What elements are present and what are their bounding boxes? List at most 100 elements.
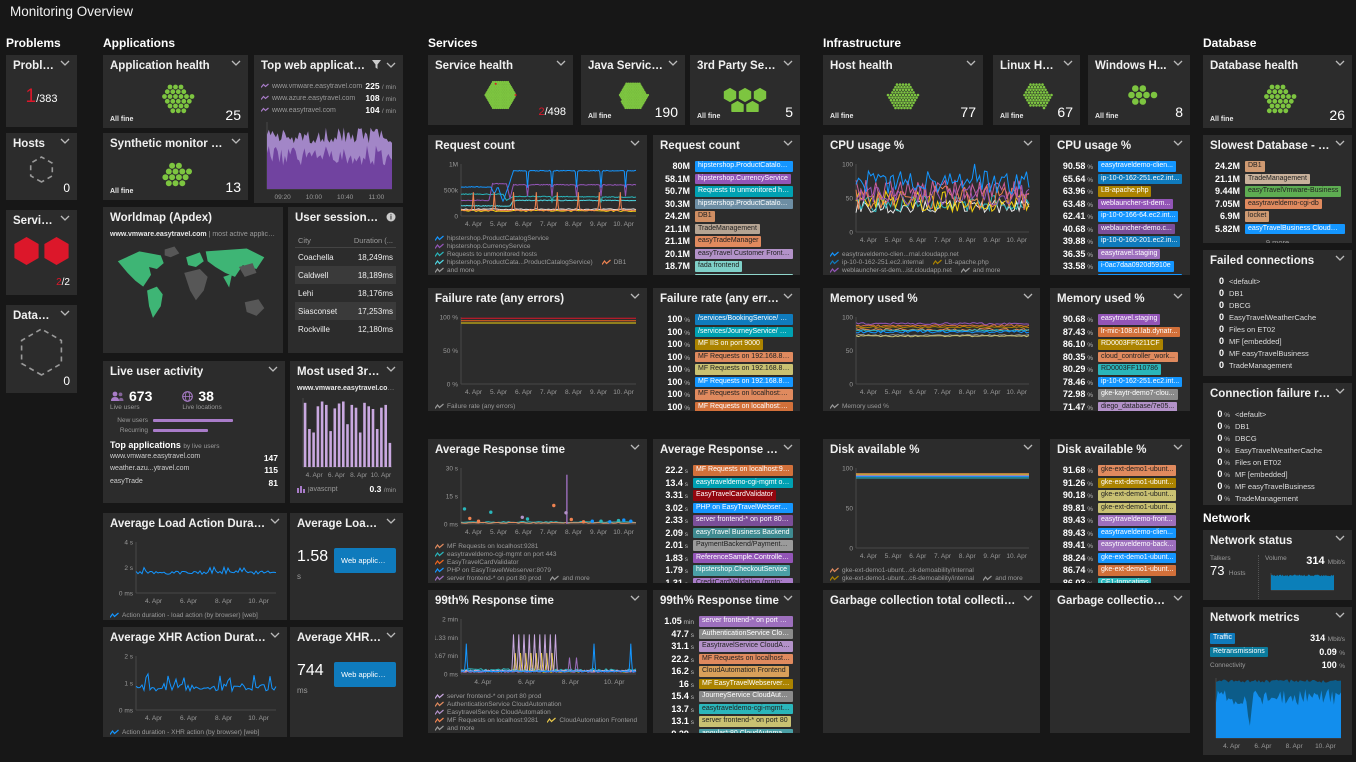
list-item[interactable]: 0DBCG [1210, 300, 1345, 310]
list-item[interactable]: 30.3Mhipstershop.ProductCatalogSe... [660, 199, 793, 210]
tile-average-response-time-chart[interactable]: Average Response time30 s15 s0 ms4. Apr5… [428, 439, 647, 583]
chevron-down-icon[interactable] [783, 60, 793, 66]
list-item[interactable]: 3.02 sPHP on EasyTravelWebserver:8... [660, 503, 793, 514]
tile-windows-hosts[interactable]: Windows H...All fine8 [1088, 55, 1190, 125]
list-item[interactable]: 0MF [embedded] [1210, 336, 1345, 346]
chevron-down-icon[interactable] [1335, 140, 1345, 146]
tile-linux-hosts[interactable]: Linux HostsAll fine67 [993, 55, 1080, 125]
tile-synthetic-monitor-health[interactable]: Synthetic monitor healthAll fine13 [103, 133, 248, 200]
list-item[interactable]: 86.03 %CF1-tomcatjms [1057, 578, 1183, 584]
metric-chip[interactable]: Traffic [1210, 633, 1235, 644]
list-item[interactable]: 90.18 %gke-ext-demo1-ubunt... [1057, 490, 1183, 501]
list-item[interactable]: 13.1 sserver frontend-* on port 80 [660, 716, 793, 727]
list-item[interactable]: 86.10 %RD0003FF6211CF [1057, 339, 1183, 350]
list-item[interactable]: 78.46 %ip-10-0-162-251.ec2.int... [1057, 377, 1183, 388]
tile-3rd-party-services[interactable]: 3rd Party ServicesAll fine5 [690, 55, 800, 125]
tile-garbage-collection-small[interactable]: Garbage collection to... [1050, 590, 1190, 733]
tile-service-health[interactable]: Service health2/498 [428, 55, 573, 125]
tile-live-user-activity[interactable]: Live user activity 673Live users 38Live … [103, 361, 285, 503]
info-icon[interactable]: i [386, 212, 396, 222]
list-item[interactable]: 40.68 %weblauncher-demo.c... [1057, 224, 1183, 235]
list-item[interactable]: 31.1 sEasytravelService CloudAuto... [660, 641, 793, 652]
list-item[interactable]: 13.4 seasytraveldemo-cgi-mgmt on ... [660, 478, 793, 489]
chevron-down-icon[interactable] [1173, 60, 1183, 66]
list-item[interactable]: 16.2 sCloudAutomation Frontend [660, 666, 793, 677]
list-item[interactable]: 0 %TradeManagement [1210, 493, 1345, 503]
chevron-down-icon[interactable] [231, 138, 241, 144]
tile-average-load-action-duration-chart[interactable]: Average Load Action Duration4 s2 s0 ms4.… [103, 513, 287, 620]
chevron-down-icon[interactable] [630, 293, 640, 299]
tile-connection-failure-rate[interactable]: Connection failure rate0 %<default>0 %DB… [1203, 383, 1352, 505]
chevron-down-icon[interactable] [386, 518, 396, 524]
chevron-down-icon[interactable] [231, 60, 241, 66]
list-item[interactable]: 21.1MTradeManagement [660, 224, 793, 235]
session-row[interactable]: Coachella18,249ms [295, 248, 396, 267]
chevron-down-icon[interactable] [270, 518, 280, 524]
tile-cpu-usage-list[interactable]: CPU usage %90.58 %easytraveldemo-clien..… [1050, 135, 1190, 275]
tile-host-health[interactable]: Host healthAll fine77 [823, 55, 983, 125]
list-item[interactable]: 0 %DB1 [1210, 421, 1345, 431]
chevron-down-icon[interactable] [1023, 595, 1033, 601]
list-item[interactable]: 0 %EasyTravelWeatherCache [1210, 445, 1345, 455]
session-row[interactable]: Siasconset17,253ms [295, 302, 396, 320]
list-item[interactable]: 0 %Files on ET02 [1210, 457, 1345, 467]
chevron-down-icon[interactable] [386, 366, 396, 372]
application-row[interactable]: www.azure.easytravel.com108 / min [261, 93, 396, 103]
list-item[interactable]: 30.64 %ip-10-0-168-115.ec2.int... [1057, 274, 1183, 276]
list-item[interactable]: 91.68 %gke-ext-demo1-ubunt... [1057, 465, 1183, 476]
list-item[interactable]: 87.43 %lr-mic-108.cl.lab.dynatr... [1057, 327, 1183, 338]
chevron-down-icon[interactable] [386, 62, 396, 68]
list-item[interactable]: 62.41 %ip-10-0-166-64.ec2.int... [1057, 211, 1183, 222]
tile-user-sessions-query[interactable]: User sessions qu...iCityDuration (...Coa… [288, 207, 403, 353]
chevron-down-icon[interactable] [1063, 60, 1073, 66]
application-row[interactable]: www.vmware.easytravel.com225 / min [261, 81, 396, 91]
list-item[interactable]: 100 %MF Requests on 192.168.81.245:21 [660, 352, 793, 363]
list-item[interactable]: 6.9Mlocket [1210, 211, 1345, 222]
tile-99th-response-time-chart[interactable]: 99th% Response time2 min1.33 min0.67 min… [428, 590, 647, 733]
list-item[interactable]: 13.7 seasytraveldemo-cgi-mgmt o... [660, 704, 793, 715]
list-item[interactable]: 80.29 %RD0003FF110786 [1057, 364, 1183, 375]
chevron-down-icon[interactable] [1023, 444, 1033, 450]
list-item[interactable]: 89.41 %easytraveldemo-back... [1057, 540, 1183, 551]
tile-average-response-time-list[interactable]: Average Response time22.2 sMF Requests o… [653, 439, 800, 583]
chevron-down-icon[interactable] [783, 140, 793, 146]
tile-disk-available-list[interactable]: Disk available %91.68 %gke-ext-demo1-ubu… [1050, 439, 1190, 583]
tile-java-services[interactable]: Java ServicesAll fine190 [581, 55, 685, 125]
top-application-row[interactable]: easyTrade81 [110, 478, 278, 488]
chevron-down-icon[interactable] [1335, 60, 1345, 66]
list-item[interactable]: 5.82MeasyTravelBusiness CloudAuto... [1210, 224, 1345, 235]
list-item[interactable]: 20.1MeasyTravel Customer Frontend [660, 249, 793, 260]
list-item[interactable]: 3.31 sEasyTravelCardValidator [660, 490, 793, 501]
tile-disk-available-chart[interactable]: Disk available %1005004. Apr5. Apr6. Apr… [823, 439, 1040, 583]
tile-hosts[interactable]: Hosts0 [6, 133, 77, 200]
list-item[interactable]: 65.64 %ip-10-0-162-251.ec2.int... [1057, 174, 1183, 185]
chevron-down-icon[interactable] [1335, 388, 1345, 394]
chevron-down-icon[interactable] [630, 595, 640, 601]
chevron-down-icon[interactable] [1023, 293, 1033, 299]
list-item[interactable]: 33.58 %i-0ac7daa0920d5910e [1057, 261, 1183, 272]
chevron-down-icon[interactable] [386, 632, 396, 638]
chevron-down-icon[interactable] [268, 366, 278, 372]
list-item[interactable]: 7.05Measytraveldemo-cgi-db [1210, 199, 1345, 210]
list-item[interactable]: 90.68 %easytravel.staging [1057, 314, 1183, 325]
list-item[interactable]: 80.35 %cloud_controller_work... [1057, 352, 1183, 363]
list-item[interactable]: 47.7 sAuthenticationService Cloud... [660, 629, 793, 640]
tile-problems[interactable]: Problems1/383 [6, 55, 77, 127]
list-item[interactable]: 0 %MF easyTravelBusiness [1210, 481, 1345, 491]
list-item[interactable]: 100 %/services/JourneyService/ on go... [660, 327, 793, 338]
chevron-down-icon[interactable] [783, 595, 793, 601]
chevron-down-icon[interactable] [783, 444, 793, 450]
tile-worldmap-apdex[interactable]: Worldmap (Apdex)www.vmware.easytravel.co… [103, 207, 283, 353]
chevron-down-icon[interactable] [1335, 535, 1345, 541]
tile-memory-used-list[interactable]: Memory used %90.68 %easytravel.staging87… [1050, 288, 1190, 411]
list-item[interactable]: 1.83 sReferenceSample.Controller.Azure [660, 553, 793, 564]
tile-top-web-applications[interactable]: Top web applicationswww.vmware.easytrave… [254, 55, 403, 203]
tile-garbage-collection[interactable]: Garbage collection total collection time [823, 590, 1040, 733]
tile-slowest-database[interactable]: Slowest Database - 99th...24.2MDB121.1MT… [1203, 135, 1352, 243]
chevron-down-icon[interactable] [60, 60, 70, 66]
list-item[interactable]: 15.4 sJourneyService CloudAutom... [660, 691, 793, 702]
list-item[interactable]: 22.2 sMF Requests on localhost:9281 [660, 654, 793, 665]
chevron-down-icon[interactable] [1023, 140, 1033, 146]
list-item[interactable]: 72.98 %gke-kaytr-demo7-clou... [1057, 389, 1183, 400]
list-item[interactable]: 0Files on ET02 [1210, 324, 1345, 334]
